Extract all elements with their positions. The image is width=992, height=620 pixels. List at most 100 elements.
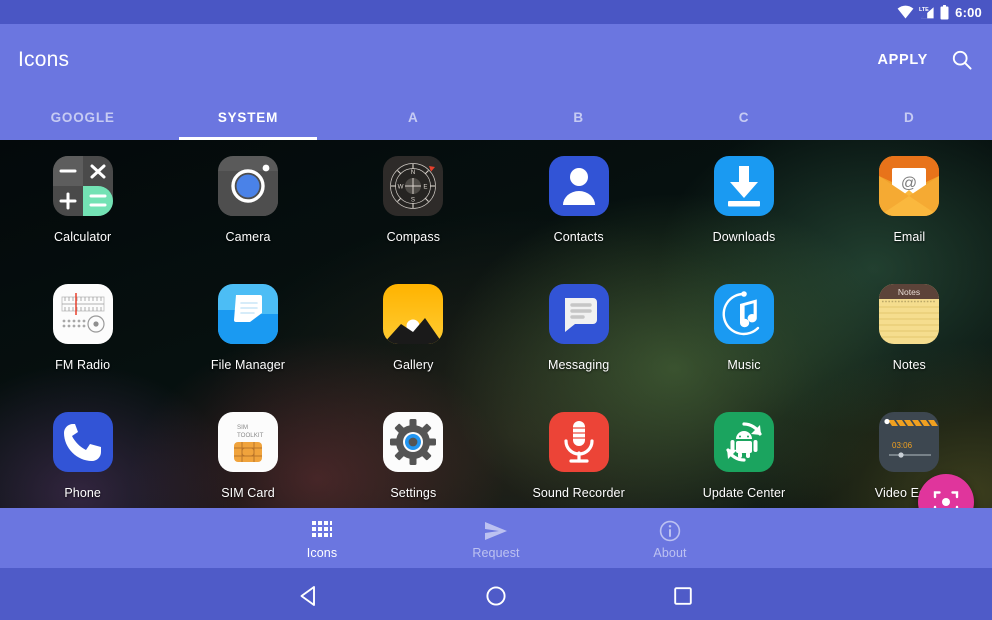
app-item-compass[interactable]: N S E W Compass — [331, 148, 496, 276]
app-item-sound-recorder[interactable]: Sound Recorder — [496, 404, 661, 508]
tab-c[interactable]: C — [661, 96, 826, 140]
app-label: FM Radio — [55, 358, 111, 372]
app-item-calculator[interactable]: Calculator — [0, 148, 165, 276]
send-icon — [485, 522, 507, 540]
music-icon — [710, 280, 778, 348]
apply-button[interactable]: APPLY — [877, 52, 928, 68]
app-label: Phone — [64, 486, 101, 500]
notes-header-text: Notes — [898, 287, 920, 297]
svg-text:LTE: LTE — [919, 7, 929, 13]
app-item-email[interactable]: @ Email — [827, 148, 992, 276]
app-item-update-center[interactable]: Update Center — [661, 404, 826, 508]
app-label: Music — [727, 358, 761, 372]
sim-text-line1: SIM — [237, 424, 248, 431]
app-bar-actions: APPLY — [877, 48, 974, 72]
app-label: File Manager — [210, 358, 286, 372]
app-label: Notes — [892, 358, 926, 372]
app-label: Camera — [225, 230, 271, 244]
app-item-sim-card[interactable]: SIM TOOLKIT SIM Card — [165, 404, 330, 508]
tab-label: GOOGLE — [50, 109, 115, 125]
bottom-nav-label: Icons — [306, 546, 338, 560]
sim-text-line2: TOOLKIT — [237, 432, 264, 439]
app-item-settings[interactable]: Settings — [331, 404, 496, 508]
app-item-fm-radio[interactable]: FM Radio — [0, 276, 165, 404]
sound-recorder-icon — [545, 408, 613, 476]
app-item-phone[interactable]: Phone — [0, 404, 165, 508]
app-bar: Icons APPLY — [0, 24, 992, 96]
app-label: Update Center — [702, 486, 786, 500]
file-manager-icon — [214, 280, 282, 348]
svg-text:E: E — [424, 183, 428, 190]
svg-text:S: S — [411, 197, 415, 204]
fm-radio-icon — [49, 280, 117, 348]
app-label: Gallery — [393, 358, 434, 372]
preview-focus-icon — [933, 491, 959, 508]
tab-label: A — [408, 109, 419, 125]
tab-d[interactable]: D — [827, 96, 992, 140]
tab-label: B — [573, 109, 584, 125]
icon-grid-area: Calculator Camera N S E W Compass Contac… — [0, 140, 992, 508]
messaging-icon — [545, 280, 613, 348]
notes-icon: Notes — [875, 280, 943, 348]
tab-a[interactable]: A — [331, 96, 496, 140]
downloads-icon — [710, 152, 778, 220]
app-label: Settings — [390, 486, 437, 500]
grid-icon — [312, 521, 332, 537]
video-editor-icon: 03:06 — [875, 408, 943, 476]
app-label: Downloads — [712, 230, 776, 244]
app-item-camera[interactable]: Camera — [165, 148, 330, 276]
back-button[interactable] — [286, 573, 332, 619]
tab-bar: GOOGLE SYSTEM A B C D — [0, 96, 992, 140]
bottom-navigation: Icons Request About — [0, 508, 992, 568]
email-icon: @ — [875, 152, 943, 220]
circle-home-icon — [486, 586, 506, 606]
tab-google[interactable]: GOOGLE — [0, 96, 165, 140]
search-icon[interactable] — [950, 48, 974, 72]
bottom-nav-item-icons[interactable]: Icons — [235, 516, 409, 560]
square-recents-icon — [674, 587, 692, 605]
contacts-icon — [545, 152, 613, 220]
app-label: Calculator — [54, 230, 112, 244]
tab-b[interactable]: B — [496, 96, 661, 140]
tab-system[interactable]: SYSTEM — [165, 96, 330, 140]
app-label: Contacts — [553, 230, 604, 244]
info-icon — [659, 520, 681, 542]
sim-card-icon: SIM TOOLKIT — [214, 408, 282, 476]
app-item-music[interactable]: Music — [661, 276, 826, 404]
app-item-file-manager[interactable]: File Manager — [165, 276, 330, 404]
app-item-gallery[interactable]: Gallery — [331, 276, 496, 404]
app-label: Sound Recorder — [532, 486, 625, 500]
recents-button[interactable] — [660, 573, 706, 619]
home-button[interactable] — [473, 573, 519, 619]
bottom-nav-item-about[interactable]: About — [583, 516, 757, 560]
video-editor-timecode: 03:06 — [892, 441, 913, 450]
app-item-downloads[interactable]: Downloads — [661, 148, 826, 276]
app-item-messaging[interactable]: Messaging — [496, 276, 661, 404]
camera-icon — [214, 152, 282, 220]
svg-text:@: @ — [901, 175, 917, 192]
compass-icon: N S E W — [379, 152, 447, 220]
phone-icon — [49, 408, 117, 476]
lte-signal-icon: LTE — [919, 7, 934, 19]
settings-icon — [379, 408, 447, 476]
status-bar-clock: 6:00 — [955, 4, 982, 20]
app-label: Email — [893, 230, 926, 244]
svg-text:N: N — [411, 169, 415, 176]
page-title: Icons — [18, 48, 70, 71]
bottom-nav-label: About — [653, 546, 687, 560]
app-root: LTE 6:00 Icons APPLY GOOGLE SYSTEM A B C — [0, 0, 992, 620]
app-item-contacts[interactable]: Contacts — [496, 148, 661, 276]
gallery-icon — [379, 280, 447, 348]
svg-text:W: W — [398, 183, 404, 190]
app-label: SIM Card — [221, 486, 275, 500]
triangle-back-icon — [300, 586, 315, 606]
calculator-icon — [49, 152, 117, 220]
app-item-notes[interactable]: Notes Notes — [827, 276, 992, 404]
system-nav-inner — [286, 573, 706, 619]
status-bar: LTE 6:00 — [0, 0, 992, 24]
battery-icon — [940, 4, 949, 19]
tab-label: D — [904, 109, 915, 125]
app-label: Messaging — [547, 358, 610, 372]
bottom-nav-item-request[interactable]: Request — [409, 516, 583, 560]
app-label: Compass — [386, 230, 441, 244]
